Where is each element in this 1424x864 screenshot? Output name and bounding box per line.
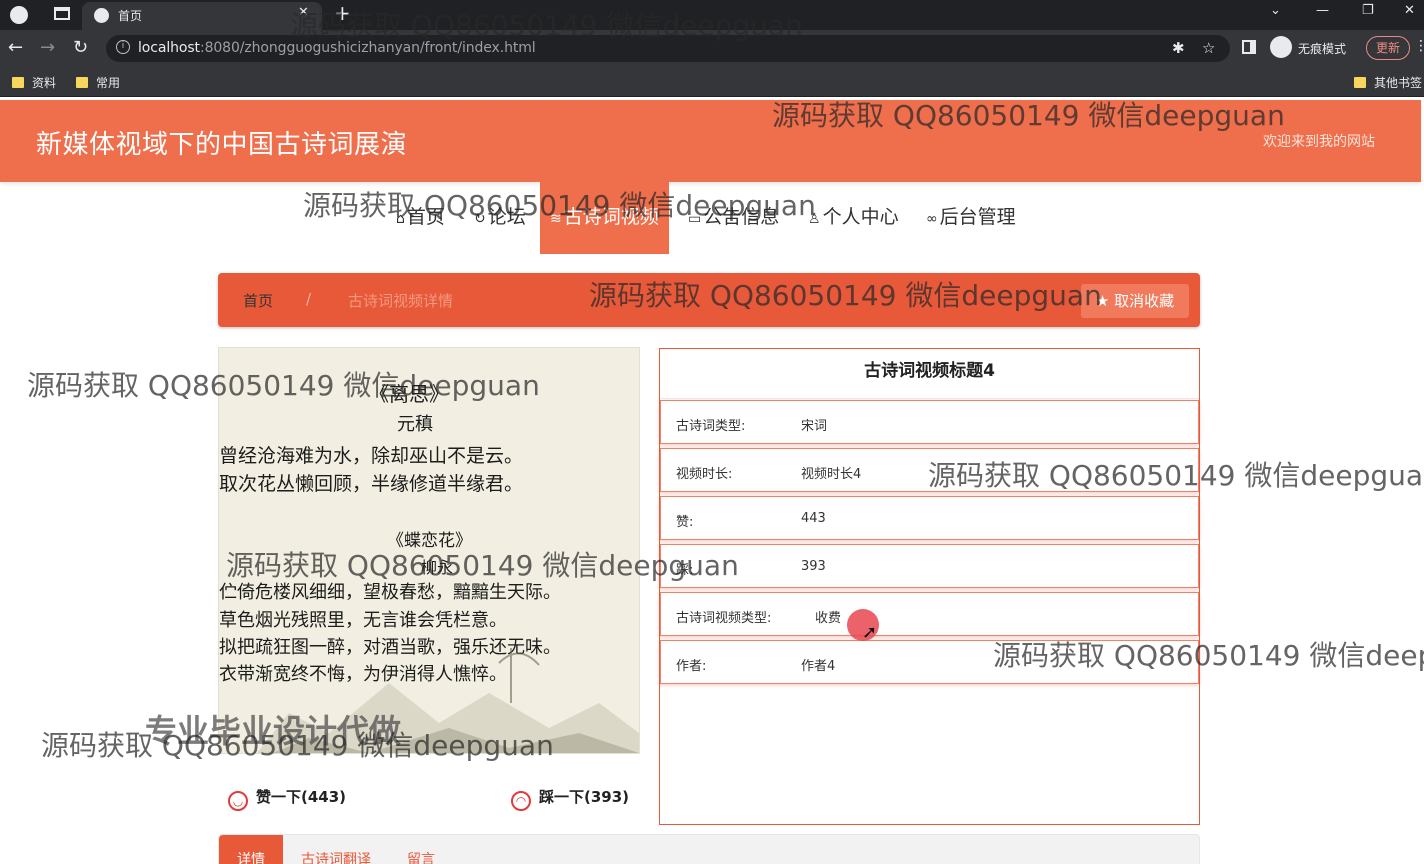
detail-row: 赞: 443 [660, 496, 1199, 540]
breadcrumb: 首页 / 古诗词视频详情 ★ 取消收藏 [218, 273, 1200, 327]
detail-row: 古诗词视频类型: 收费 [660, 592, 1199, 636]
bookmark-folder-changyong[interactable]: 常用 [76, 74, 120, 91]
nav-home[interactable]: ⌂ 首页 [396, 182, 445, 254]
window-close-icon[interactable]: ✕ [1404, 3, 1415, 18]
poem-title-1: 《离思》 [369, 382, 449, 406]
poem-author-1: 元稹 [397, 414, 433, 435]
breadcrumb-separator: / [306, 290, 312, 308]
browser-tab-bar: 首页 ✕ + ⌄ — ❐ ✕ [0, 0, 1424, 30]
tab-favicon-icon [94, 8, 109, 23]
detail-title: 古诗词视频标题4 [660, 349, 1199, 399]
folder-icon [12, 77, 24, 88]
incognito-icon [1270, 36, 1292, 58]
breadcrumb-current: 古诗词视频详情 [348, 292, 454, 310]
site-info-icon[interactable]: i [116, 40, 130, 54]
folder-icon [76, 77, 88, 88]
tab-translation[interactable]: 古诗词翻译 [301, 849, 371, 864]
dislike-button[interactable]: ◠ 踩一下(393) [511, 786, 629, 811]
back-icon[interactable]: ← [8, 37, 23, 58]
unfavorite-button[interactable]: ★ 取消收藏 [1081, 284, 1189, 318]
like-button[interactable]: ◡ 赞一下(443) [228, 786, 346, 811]
incognito-label: 无痕模式 [1298, 42, 1347, 56]
forum-icon: ↻ [474, 211, 486, 227]
tab-title: 首页 [118, 9, 143, 23]
tab-search-icon[interactable] [54, 7, 70, 20]
poem-author-2: 柳永 [421, 558, 454, 577]
reload-icon[interactable]: ↻ [73, 37, 88, 58]
side-panel-icon[interactable] [1242, 40, 1256, 54]
detail-row: 踩: 393 [660, 544, 1199, 588]
site-title: 新媒体视域下的中国古诗词展演 [36, 130, 408, 160]
browser-globe-icon[interactable] [10, 6, 28, 24]
detail-tabs: 详情 古诗词翻译 留言 [218, 834, 1200, 864]
detail-card: 古诗词视频标题4 古诗词类型: 宋词 视频时长: 视频时长4 赞: 443 踩: 393… [659, 348, 1200, 825]
poem-title-2: 《蝶恋花》 [387, 531, 472, 551]
blocked-icon[interactable]: ✱ [1172, 39, 1185, 57]
minimize-icon[interactable]: — [1316, 3, 1329, 18]
bookmark-folder-other[interactable]: 其他书签 [1354, 74, 1422, 91]
welcome-text: 欢迎来到我的网站 [1263, 134, 1375, 150]
folder-icon [1354, 77, 1366, 88]
layers-icon: ≋ [550, 211, 562, 227]
tab-close-icon[interactable]: ✕ [298, 5, 309, 20]
tab-list-chevron-icon[interactable]: ⌄ [1270, 3, 1281, 18]
nav-notice[interactable]: ▭ 公告信息 [688, 182, 779, 254]
nav-personal-center[interactable]: ♙ 个人中心 [808, 182, 899, 254]
poem-line: 伫倚危楼风细细，望极春愁，黯黯生天际。 [219, 582, 561, 603]
restore-icon[interactable]: ❐ [1362, 3, 1374, 18]
new-tab-icon[interactable]: + [334, 1, 351, 25]
bookmarks-bar: 资料 常用 其他书签 [0, 67, 1424, 97]
poem-cover-image: 《离思》 元稹 曾经沧海难为水，除却巫山不是云。 取次花丛懒回顾，半缘修道半缘君… [218, 347, 640, 754]
address-bar[interactable]: i localhost:8080/zhongguogushicizhanyan/… [106, 35, 1230, 62]
smile-icon: ◡ [228, 791, 248, 811]
detail-row: 视频时长: 视频时长4 [660, 448, 1199, 492]
notice-icon: ▭ [688, 211, 702, 227]
browser-tab-active[interactable]: 首页 ✕ [82, 2, 322, 30]
poem-line: 曾经沧海难为水，除却巫山不是云。 [219, 445, 524, 467]
bookmark-star-icon[interactable]: ☆ [1202, 39, 1215, 57]
link-icon: ∞ [926, 211, 938, 227]
frown-icon: ◠ [511, 791, 531, 811]
menu-icon[interactable]: ⋮ [1414, 38, 1424, 54]
nav-admin[interactable]: ∞ 后台管理 [926, 182, 1016, 254]
detail-row: 作者: 作者4 [660, 640, 1199, 684]
bookmark-folder-ziliao[interactable]: 资料 [12, 74, 56, 91]
browser-toolbar: ← → ↻ i localhost:8080/zhongguogushicizh… [0, 30, 1424, 67]
star-icon: ★ [1095, 292, 1115, 310]
user-icon: ♙ [808, 211, 821, 227]
poem-line: 取次花丛懒回顾，半缘修道半缘君。 [219, 473, 524, 495]
tab-details[interactable]: 详情 [219, 835, 283, 864]
mouse-cursor-icon: ➚ [862, 622, 878, 643]
nav-forum[interactable]: ↻ 论坛 [474, 182, 526, 254]
detail-row: 古诗词类型: 宋词 [660, 400, 1199, 444]
nav-poetry-video[interactable]: ≋ 古诗词视频 [540, 182, 669, 254]
watermark-service: 专业毕业设计代做 [145, 712, 402, 750]
site-header: 新媒体视域下的中国古诗词展演 欢迎来到我的网站 [0, 100, 1421, 182]
home-icon: ⌂ [396, 211, 405, 227]
tab-comments[interactable]: 留言 [407, 849, 435, 864]
breadcrumb-home[interactable]: 首页 [243, 290, 273, 311]
update-button[interactable]: 更新 [1366, 36, 1410, 60]
url-text: localhost:8080/zhongguogushicizhanyan/fr… [138, 40, 536, 56]
forward-icon[interactable]: → [40, 37, 55, 58]
